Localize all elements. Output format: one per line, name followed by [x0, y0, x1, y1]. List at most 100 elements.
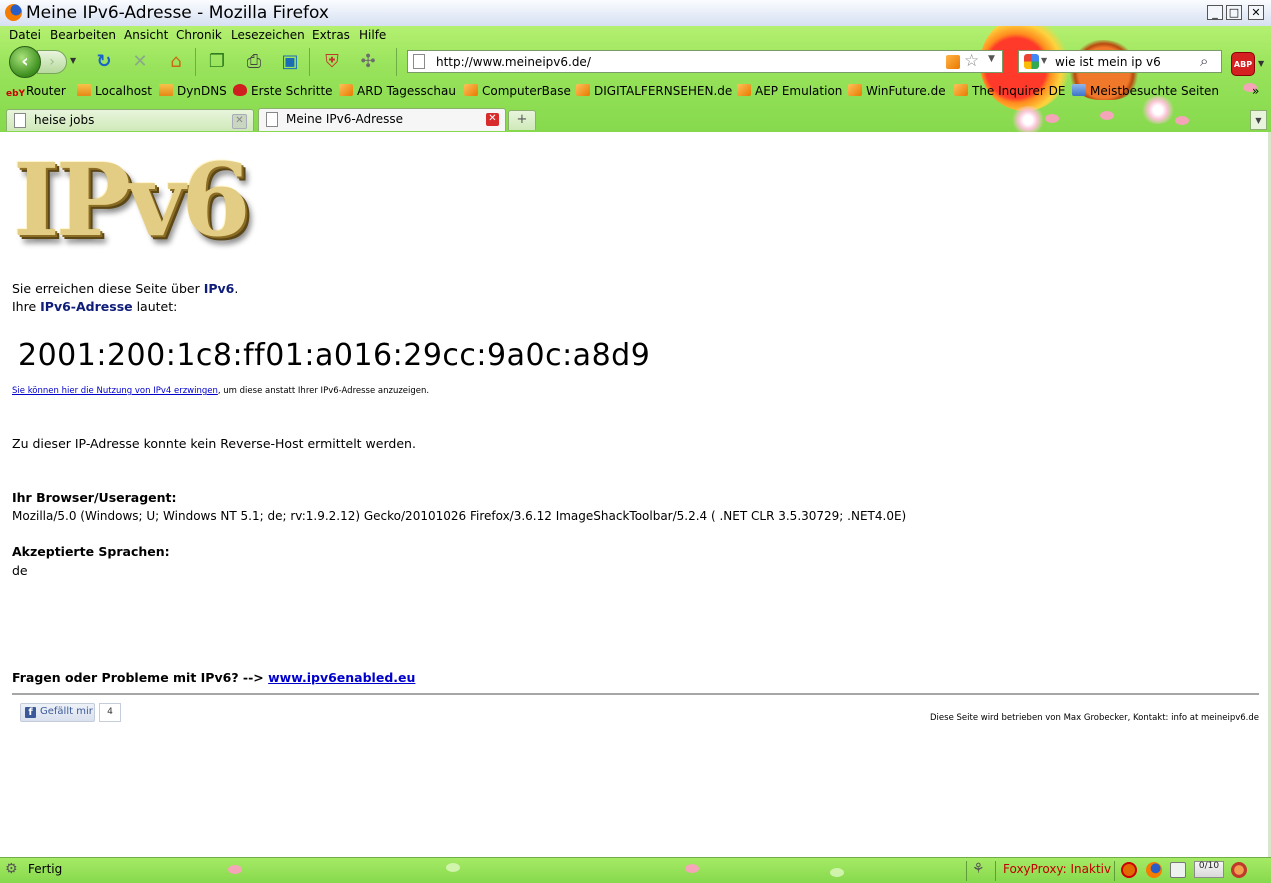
search-bar[interactable]: ▼ ⌕: [1018, 50, 1222, 73]
ip-address-display: 2001:200:1c8:ff01:a016:29cc:9a0c:a8d9: [18, 338, 651, 373]
bookmark-the-inquirer[interactable]: The Inquirer DE: [954, 84, 1065, 98]
useragent-value: Mozilla/5.0 (Windows; U; Windows NT 5.1;…: [12, 509, 907, 523]
bookmark-router[interactable]: ebYRouter: [6, 84, 66, 101]
rss-feed-icon[interactable]: [946, 55, 960, 69]
bookmark-aep-emulation[interactable]: AEP Emulation: [737, 84, 842, 98]
force-ipv4-link[interactable]: Sie können hier die Nutzung von IPv4 erz…: [12, 386, 218, 396]
forward-arrow-icon: ›: [49, 54, 55, 70]
tab-meine-ipv6-adresse[interactable]: Meine IPv6-Adresse ✕: [258, 108, 506, 131]
bookmark-erste-schritte[interactable]: Erste Schritte: [233, 84, 333, 98]
bookmark-computerbase[interactable]: ComputerBase: [464, 84, 571, 98]
languages-value: de: [12, 563, 28, 578]
tab-list-button[interactable]: ▼: [1250, 110, 1267, 130]
noscript-icon[interactable]: [1121, 862, 1137, 878]
theme-petal-decoration: [830, 868, 844, 877]
firefox-addon-icon[interactable]: [1146, 862, 1162, 878]
reverse-host-message: Zu dieser IP-Adresse konnte kein Reverse…: [12, 436, 416, 451]
heise-favicon: [14, 113, 26, 128]
search-icon[interactable]: ⌕: [1200, 52, 1208, 70]
new-tab-button[interactable]: +: [508, 110, 536, 130]
engine-dropdown-icon: ▼: [1041, 56, 1048, 65]
page-content: IPv6 Sie erreichen diese Seite über IPv6…: [5, 132, 1268, 857]
rss-folder-icon: [339, 84, 353, 96]
tab-heise-jobs[interactable]: heise jobs ✕: [6, 109, 254, 131]
footer-operator-note: Diese Seite wird betrieben von Max Grobe…: [930, 713, 1259, 723]
reachability-line: Sie erreichen diese Seite über IPv6.: [12, 281, 239, 296]
menu-hilfe[interactable]: Hilfe: [359, 28, 386, 42]
new-window-icon[interactable]: ❐: [205, 50, 229, 74]
addon-shield-icon[interactable]: ⛨: [320, 50, 344, 74]
bookmark-dyndns[interactable]: DynDNS: [159, 84, 227, 98]
close-tab-icon[interactable]: ✕: [232, 114, 247, 129]
menu-datei[interactable]: Datei: [9, 28, 41, 42]
facebook-icon: f: [25, 707, 36, 718]
bookmark-localhost[interactable]: Localhost: [77, 84, 152, 98]
facebook-like-button[interactable]: f Gefällt mir: [20, 703, 95, 722]
home-icon[interactable]: ⌂: [164, 50, 188, 74]
useragent-heading: Ihr Browser/Useragent:: [12, 490, 177, 505]
ipv6-emphasis: IPv6: [203, 281, 235, 296]
addon-status-icon[interactable]: [1231, 862, 1247, 878]
minimize-button[interactable]: _: [1207, 5, 1223, 20]
search-engine-selector[interactable]: ▼: [1021, 53, 1049, 70]
search-input[interactable]: [1055, 53, 1195, 70]
phpmyadmin-icon: [159, 84, 173, 96]
print-icon[interactable]: ⎙: [242, 50, 266, 74]
bookmark-ard-tagesschau[interactable]: ARD Tagesschau: [339, 84, 456, 98]
phpmyadmin-icon: [77, 84, 91, 96]
url-input[interactable]: [436, 53, 936, 70]
network-icon[interactable]: ⚘: [972, 861, 985, 877]
firefox-logo-icon: [5, 4, 22, 21]
toolbar-separator: [195, 48, 196, 76]
back-button[interactable]: ‹: [9, 46, 41, 78]
languages-heading: Akzeptierte Sprachen:: [12, 544, 170, 559]
bookmark-winfuture[interactable]: WinFuture.de: [848, 84, 946, 98]
theme-petal-decoration: [446, 863, 460, 872]
stop-icon[interactable]: ✕: [128, 50, 152, 74]
status-counter: 0/10: [1194, 861, 1224, 878]
theme-petal-decoration: [685, 864, 699, 873]
bookmark-meistbesuchte-seiten[interactable]: Meistbesuchte Seiten: [1072, 84, 1219, 98]
ipv4-hint: Sie können hier die Nutzung von IPv4 erz…: [12, 386, 430, 396]
status-bar: ⚙ Fertig ⚘ FoxyProxy: Inaktiv 0/10: [0, 857, 1271, 883]
ipv6enabled-link[interactable]: www.ipv6enabled.eu: [268, 670, 415, 685]
menu-extras[interactable]: Extras: [312, 28, 350, 42]
extension-icon[interactable]: ✣: [356, 50, 380, 74]
bookmark-star-icon[interactable]: ☆: [964, 51, 979, 71]
adblock-plus-button[interactable]: ABP: [1231, 52, 1255, 76]
menu-chronik[interactable]: Chronik: [176, 28, 222, 42]
menu-bearbeiten[interactable]: Bearbeiten: [50, 28, 116, 42]
menu-ansicht[interactable]: Ansicht: [124, 28, 168, 42]
close-window-button[interactable]: ✕: [1248, 5, 1264, 20]
window-title: Meine IPv6-Adresse - Mozilla Firefox: [26, 3, 329, 23]
rss-folder-icon: [954, 84, 968, 96]
footer-divider: [12, 693, 1259, 695]
reload-icon[interactable]: ↻: [92, 50, 116, 74]
toolbar-separator: [309, 48, 310, 76]
foxyproxy-status[interactable]: FoxyProxy: Inaktiv: [1003, 862, 1111, 876]
chevron-down-icon: ▼: [1255, 116, 1262, 125]
ipv6-adresse-emphasis: IPv6-Adresse: [40, 299, 133, 314]
url-bar[interactable]: ☆ ▼: [407, 50, 1003, 73]
rss-folder-icon: [848, 84, 862, 96]
page-info-icon[interactable]: [1170, 862, 1186, 878]
status-text: Fertig: [28, 862, 63, 876]
url-dropdown-icon[interactable]: ▼: [988, 54, 995, 64]
web-page-icon[interactable]: ▣: [278, 50, 302, 74]
google-icon: [1024, 54, 1039, 69]
window-titlebar: Meine IPv6-Adresse - Mozilla Firefox _ □…: [0, 0, 1271, 27]
forward-button[interactable]: ›: [37, 50, 67, 74]
ipv6-logo: IPv6: [13, 141, 251, 259]
address-intro-line: Ihre IPv6-Adresse lautet:: [12, 299, 178, 314]
close-tab-icon[interactable]: ✕: [486, 113, 499, 126]
history-dropdown-icon[interactable]: ▼: [70, 56, 76, 65]
menu-lesezeichen[interactable]: Lesezeichen: [231, 28, 305, 42]
status-gear-icon[interactable]: ⚙: [5, 861, 18, 877]
red-bookmark-icon: [233, 84, 247, 96]
bookmark-digitalfernsehen[interactable]: DIGITALFERNSEHEN.de: [576, 84, 732, 98]
facebook-like-count: 4: [99, 703, 121, 722]
tab-strip: heise jobs ✕ Meine IPv6-Adresse ✕ + ▼: [0, 108, 1271, 132]
maximize-button[interactable]: □: [1226, 5, 1242, 20]
bookmarks-overflow-chevron[interactable]: »: [1252, 84, 1259, 98]
adblock-dropdown-icon[interactable]: ▼: [1258, 59, 1264, 68]
